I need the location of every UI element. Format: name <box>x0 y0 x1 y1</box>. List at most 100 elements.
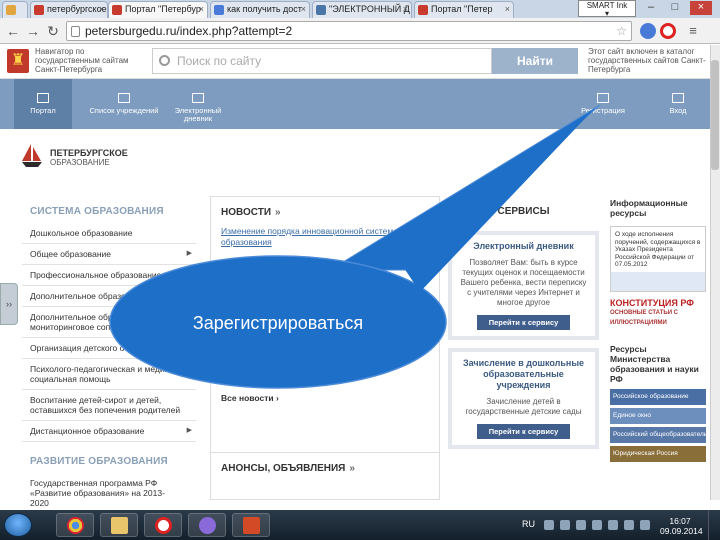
close-icon[interactable]: × <box>403 2 408 17</box>
sidebar-section-title: СИСТЕМА ОБРАЗОВАНИЯ <box>30 206 164 217</box>
service-title: Зачисление в дошкольные образовательные … <box>462 358 585 390</box>
smart-ink-toolbar[interactable]: SMART Ink ▾ <box>578 0 636 18</box>
banner-link[interactable]: Российский общеобразовательный портал <box>610 427 706 443</box>
menu-icon[interactable]: ≡ <box>684 22 702 40</box>
browser-tab-4[interactable]: как получить дост × <box>210 1 310 18</box>
close-window-button[interactable]: × <box>690 1 712 15</box>
banner-link[interactable]: Единое окно <box>610 408 706 424</box>
browser-tab-2[interactable]: петербургское об× <box>30 1 108 18</box>
folder-icon <box>111 517 128 534</box>
news-link[interactable]: в системе образования <box>211 364 439 375</box>
left-sidebar: СИСТЕМА ОБРАЗОВАНИЯ Дошкольное образован… <box>22 196 196 508</box>
favicon-icon <box>112 5 122 15</box>
search-icon <box>159 55 170 66</box>
side-panel-toggle[interactable]: ›› <box>0 283 18 325</box>
service-card-kindergarten: Зачисление в дошкольные образовательные … <box>448 348 599 449</box>
back-arrow-icon[interactable]: ← <box>4 22 22 40</box>
tray-icon[interactable] <box>608 520 618 530</box>
windows-taskbar: RU 16:07 09.09.2014 <box>0 510 720 540</box>
constitution-subtitle: ОСНОВНЫЕ СТАТЬИ С ИЛЛЮСТРАЦИЯМИ <box>610 310 679 326</box>
nav-label: Вход <box>669 106 687 115</box>
tray-icon[interactable] <box>592 520 602 530</box>
volume-icon[interactable] <box>640 520 650 530</box>
sidebar-item[interactable]: Дополнительное образование <box>22 286 196 307</box>
url-input[interactable]: petersburgedu.ru/index.php?attempt=2 ☆ <box>66 21 632 41</box>
search-input[interactable]: Поиск по сайту <box>152 48 492 74</box>
tab-label: Портал "Петербур <box>125 4 201 14</box>
browser-tab-5[interactable]: "ЭЛЕКТРОННЫЙ Д × <box>312 1 412 18</box>
navigator-link[interactable]: Навигатор по государственным сайтам Санк… <box>35 47 145 74</box>
sidebar-item-label: Дополнительное образование и мониторинго… <box>30 312 159 332</box>
opera-icon[interactable] <box>660 23 676 39</box>
banner-link[interactable]: Юридическая Россия <box>610 446 706 462</box>
favicon-icon <box>418 5 428 15</box>
tray-icon[interactable] <box>576 520 586 530</box>
reload-icon[interactable]: ↻ <box>44 22 62 40</box>
star-icon[interactable]: ☆ <box>616 22 627 40</box>
opera-icon <box>155 517 172 534</box>
sidebar-item[interactable]: Государственная программа РФ «Развитие о… <box>22 473 196 513</box>
chevron-right-icon: » <box>275 207 281 218</box>
scrollbar-thumb[interactable] <box>711 60 719 170</box>
service-desc: Зачисление детей в государственные детск… <box>465 397 582 416</box>
nav-item-portal[interactable]: Портал <box>14 79 72 129</box>
search-button[interactable]: Найти <box>492 48 578 74</box>
all-news-link[interactable]: Все новости › <box>211 389 439 407</box>
sidebar-section-title: РАЗВИТИЕ ОБРАЗОВАНИЯ <box>30 456 168 467</box>
site-logo[interactable]: ПЕТЕРБУРГСКОЕ ОБРАЗОВАНИЕ <box>50 148 128 168</box>
maximize-button[interactable]: □ <box>664 1 686 15</box>
nav-item-institutions[interactable]: Список учреждений <box>84 79 164 129</box>
news-title: НОВОСТИ» <box>211 197 439 226</box>
taskbar-explorer[interactable] <box>100 513 138 537</box>
sidebar-item[interactable]: Дистанционное образование ▶ <box>22 421 196 442</box>
close-icon[interactable]: × <box>301 2 306 17</box>
news-link[interactable]: Изменение порядка инновационной системе … <box>211 226 439 248</box>
clock[interactable]: 16:07 09.09.2014 <box>660 516 703 536</box>
language-indicator[interactable]: RU <box>522 519 535 529</box>
ship-logo-icon <box>22 144 42 167</box>
taskbar-chrome[interactable] <box>56 513 94 537</box>
login-icon <box>672 93 684 103</box>
nav-label: Портал <box>30 106 56 115</box>
taskbar-smart[interactable] <box>188 513 226 537</box>
site-header: ♜ Навигатор по государственным сайтам Са… <box>0 45 710 79</box>
nav-item-registration[interactable]: Регистрация <box>574 79 632 129</box>
taskbar-opera[interactable] <box>144 513 182 537</box>
close-icon[interactable]: × <box>199 2 204 17</box>
close-icon[interactable]: × <box>505 2 510 17</box>
diary-icon <box>192 93 204 103</box>
sidebar-item[interactable]: Профессиональное образование <box>22 265 196 286</box>
browser-tab-3[interactable]: Портал "Петербур × <box>108 1 208 18</box>
start-button[interactable] <box>4 513 32 537</box>
nav-item-login[interactable]: Вход <box>656 79 700 129</box>
sidebar-item-label: Дистанционное образование <box>30 426 145 436</box>
tray-icon[interactable] <box>544 520 554 530</box>
chevron-right-icon: » <box>349 463 355 474</box>
tray-icon[interactable] <box>560 520 570 530</box>
chevron-right-icon: ▶ <box>186 427 192 434</box>
network-icon[interactable] <box>624 520 634 530</box>
sidebar-item[interactable]: Воспитание детей-сирот и детей, оставших… <box>22 390 196 421</box>
taskbar-powerpoint[interactable] <box>232 513 270 537</box>
browser-tab-1[interactable] <box>2 1 28 18</box>
close-icon[interactable]: × <box>99 2 104 17</box>
forward-arrow-icon[interactable]: → <box>24 22 42 40</box>
catalog-text: Этот сайт включен в каталог государствен… <box>588 47 706 74</box>
sidebar-item[interactable]: Дошкольное образование <box>22 223 196 244</box>
extension-icon[interactable] <box>640 23 656 39</box>
ukaz-banner[interactable]: О ходе исполнения поручений, содержащихс… <box>610 226 706 292</box>
minimize-button[interactable]: – <box>640 1 662 15</box>
services-panel: СЕРВИСЫ Электронный дневник Позволяет Ва… <box>446 196 601 500</box>
browser-tab-6[interactable]: Портал "Петер × <box>414 1 514 18</box>
nav-item-diary[interactable]: Электронный дневник <box>168 79 228 129</box>
news-date: 22 Апрель 2014 <box>221 377 283 387</box>
go-to-service-button[interactable]: Перейти к сервису <box>476 315 571 330</box>
show-desktop-button[interactable] <box>708 510 720 540</box>
sidebar-item[interactable]: Психолого-педагогическая и медико-социал… <box>22 359 196 390</box>
search-placeholder: Поиск по сайту <box>177 54 262 68</box>
banner-link[interactable]: Российское образование <box>610 389 706 405</box>
sidebar-item[interactable]: Общее образование ▶ <box>22 244 196 265</box>
constitution-banner[interactable]: КОНСТИТУЦИЯ РФ ОСНОВНЫЕ СТАТЬИ С ИЛЛЮСТРА… <box>610 298 706 328</box>
sidebar-item[interactable]: Организация детского отдыха <box>22 338 196 359</box>
go-to-service-button[interactable]: Перейти к сервису <box>476 424 571 439</box>
